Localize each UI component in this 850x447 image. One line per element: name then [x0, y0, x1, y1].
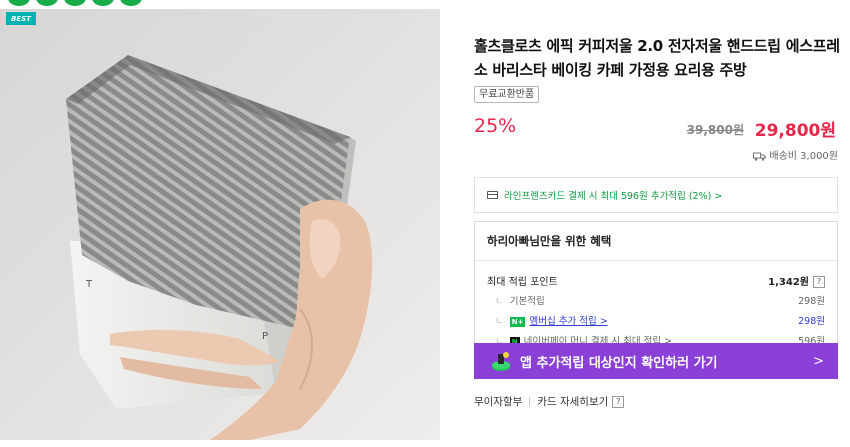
- basic-points-value: 298원: [798, 296, 825, 307]
- product-image[interactable]: BEST T P: [0, 9, 440, 440]
- help-icon[interactable]: ?: [813, 275, 825, 288]
- card-benefit-link[interactable]: 라인프렌즈카드 결제 시 최대 596원 추가적립 (2%) >: [474, 177, 838, 213]
- top-strip: [0, 0, 850, 9]
- svg-text:P: P: [262, 331, 268, 342]
- card-details-link[interactable]: 카드 자세히보기: [537, 394, 608, 409]
- benefit-box: 하리아빠님만을 위한 혜택 최대 적립 포인트 1,342원? ㄴ 기본적립 29…: [474, 221, 838, 358]
- help-icon[interactable]: ?: [612, 395, 625, 408]
- chevron-right-icon: >: [813, 353, 824, 369]
- membership-points-link[interactable]: 멤버십 추가 적립 >: [529, 316, 607, 327]
- free-return-tag: 무료교환반품: [474, 86, 540, 103]
- shipping-info: 배송비 3,000원: [474, 147, 838, 162]
- max-points-label: 최대 적립 포인트: [487, 276, 558, 288]
- basic-points-label: 기본적립: [509, 296, 545, 307]
- product-page: BEST T P 홀츠클로츠 에픽 커피저울 2.0 전자저울 핸드드립 에스프…: [0, 0, 850, 447]
- installment-row: 무이자할부 카드 자세히보기 ?: [474, 394, 625, 409]
- nav-dot[interactable]: [64, 0, 86, 6]
- tree-branch-icon: ㄴ: [495, 296, 504, 307]
- product-info: 홀츠클로츠 에픽 커피저울 2.0 전자저울 핸드드립 에스프레소 바리스타 베…: [474, 34, 840, 147]
- app-banner-text: 앱 추가적립 대상인지 확인하러 가기: [520, 355, 718, 371]
- tree-branch-icon: ㄴ: [495, 316, 504, 327]
- membership-points-value: 298원: [798, 316, 825, 327]
- top-nav-dots: [8, 0, 142, 6]
- product-title: 홀츠클로츠 에픽 커피저울 2.0 전자저울 핸드드립 에스프레소 바리스타 베…: [474, 37, 840, 79]
- product-photo: T P: [0, 9, 440, 440]
- credit-card-icon: [487, 191, 498, 199]
- max-points-row: 최대 적립 포인트 1,342원?: [487, 270, 825, 290]
- discount-rate: 25%: [474, 115, 517, 137]
- nav-dot[interactable]: [120, 0, 142, 6]
- best-badge: BEST: [6, 12, 36, 25]
- nav-dot[interactable]: [8, 0, 30, 6]
- benefit-heading: 하리아빠님만을 위한 혜택: [475, 222, 837, 261]
- price-row: 25% 39,800원 29,800원: [474, 115, 840, 147]
- naver-plus-icon: N+: [509, 316, 526, 327]
- card-benefit-text: 라인프렌즈카드 결제 시 최대 596원 추가적립 (2%) >: [504, 191, 723, 202]
- gift-points-icon: [492, 352, 510, 371]
- benefit-body: 최대 적립 포인트 1,342원? ㄴ 기본적립 298원 ㄴ N+ 멤버십 추가 적…: [475, 261, 837, 350]
- nav-dot[interactable]: [36, 0, 58, 6]
- shipping-fee: 배송비 3,000원: [769, 151, 838, 162]
- nav-dot[interactable]: [92, 0, 114, 6]
- basic-points-row: ㄴ 기본적립 298원: [487, 290, 825, 310]
- max-points-value: 1,342원: [768, 276, 809, 288]
- sale-price: 29,800원: [754, 121, 836, 141]
- svg-text:T: T: [85, 279, 93, 290]
- membership-points-row[interactable]: ㄴ N+ 멤버십 추가 적립 > 298원: [487, 310, 825, 330]
- app-points-banner[interactable]: 앱 추가적립 대상인지 확인하러 가기 >: [474, 343, 838, 379]
- installment-label: 무이자할부: [474, 396, 523, 408]
- divider: [529, 396, 531, 407]
- original-price: 39,800원: [686, 123, 744, 137]
- truck-icon: [753, 152, 767, 161]
